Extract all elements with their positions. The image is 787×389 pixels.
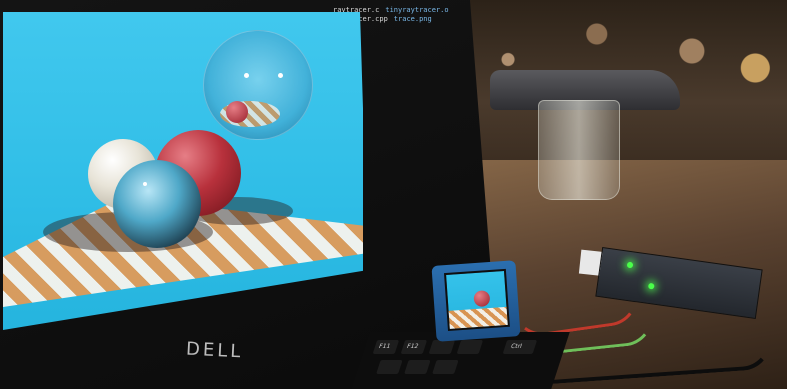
- laptop-keyboard: F11 F12 Ctrl: [350, 332, 570, 389]
- key-label: F11: [377, 343, 392, 350]
- key-label: Ctrl: [509, 343, 523, 350]
- laptop-screen-render: [3, 12, 363, 330]
- frosted-glass-cup: [538, 100, 620, 200]
- keyboard-key: [404, 360, 431, 374]
- tft-display-module: [431, 260, 521, 342]
- keyboard-key: [428, 340, 456, 354]
- keyboard-key: [456, 340, 484, 354]
- highlight: [278, 73, 283, 78]
- photo-scene: raytracer.c tinyraytracer.o raytracer.cpp…: [0, 0, 787, 389]
- highlight: [143, 182, 147, 186]
- tft-display-screen: [443, 268, 510, 332]
- reflected-red-sphere: [226, 101, 248, 123]
- key-label: F12: [405, 343, 420, 350]
- mirror-sphere: [203, 30, 313, 140]
- glass-sphere: [113, 160, 201, 248]
- mini-checkerboard: [448, 306, 508, 329]
- laptop-lid: raytracer.c tinyraytracer.o raytracer.cpp…: [0, 0, 500, 389]
- keyboard-key: F11: [372, 340, 400, 354]
- keyboard-key: [376, 360, 403, 374]
- mini-red-sphere: [473, 290, 491, 308]
- keyboard-key: F12: [400, 340, 428, 354]
- terminal-file: tinyraytracer.o: [385, 6, 449, 14]
- terminal-file: trace.png: [393, 15, 432, 23]
- keyboard-key: [432, 360, 459, 374]
- highlight: [244, 73, 249, 78]
- keyboard-key: Ctrl: [502, 340, 538, 354]
- dell-logo: DELL: [185, 338, 244, 363]
